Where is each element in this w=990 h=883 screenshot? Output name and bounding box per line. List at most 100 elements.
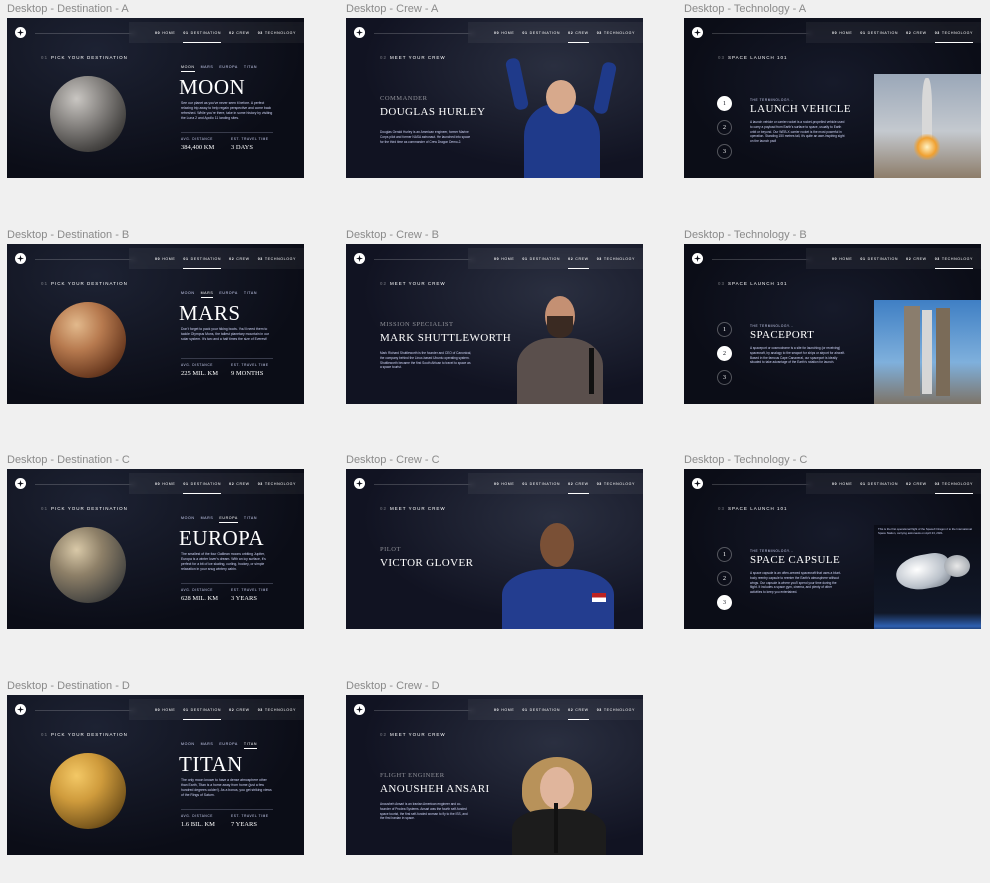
- step-1-button[interactable]: 1: [717, 322, 732, 337]
- nav-destination[interactable]: 01 DESTINATION: [183, 482, 221, 494]
- logo-icon[interactable]: [692, 27, 703, 38]
- tab-titan[interactable]: TITAN: [244, 291, 257, 295]
- nav-home[interactable]: 00 HOME: [155, 31, 175, 35]
- step-1-button[interactable]: 1: [717, 96, 732, 111]
- tab-mars[interactable]: MARS: [201, 742, 214, 746]
- nav-home[interactable]: 00 HOME: [494, 31, 514, 35]
- step-3-button[interactable]: 3: [717, 144, 732, 159]
- frame-crew-flight-engineer[interactable]: 00 HOME 01 DESTINATION 02 CREW 03 TECHNOLOGY…: [346, 695, 643, 855]
- travel-stat: EST. TRAVEL TIME 3 DAYS: [231, 137, 269, 151]
- nav-home[interactable]: 00 HOME: [494, 257, 514, 261]
- nav-crew[interactable]: 02 CREW: [906, 257, 927, 261]
- logo-icon[interactable]: [354, 704, 365, 715]
- destination-description: The smallest of the four Galilean moons …: [181, 552, 266, 571]
- frame-crew-commander[interactable]: 00 HOME 01 DESTINATION 02 CREW 03 TECHNOLOGY…: [346, 18, 643, 178]
- step-3-button[interactable]: 3: [717, 370, 732, 385]
- page-heading: 01 PICK YOUR DESTINATION: [41, 281, 128, 286]
- step-1-button[interactable]: 1: [717, 547, 732, 562]
- nav-crew[interactable]: 02 CREW: [229, 482, 250, 486]
- logo-icon[interactable]: [15, 27, 26, 38]
- frame-destination-moon[interactable]: 00 HOME 01 DESTINATION 02 CREW 03 TECHNOLOGY…: [7, 18, 304, 178]
- destination-tabs: MOON MARS EUROPA TITAN: [181, 65, 257, 72]
- crew-name: DOUGLAS HURLEY: [380, 106, 486, 118]
- step-2-button[interactable]: 2: [717, 571, 732, 586]
- frame-destination-europa[interactable]: 00 HOME 01 DESTINATION 02 CREW 03 TECHNOLOGY…: [7, 469, 304, 629]
- logo-icon[interactable]: [15, 253, 26, 264]
- frame-label-crew-c: Desktop - Crew - C: [346, 454, 440, 466]
- distance-stat: AVG. DISTANCE 628 MIL. KM: [181, 588, 219, 602]
- frame-label-tech-a: Desktop - Technology - A: [684, 3, 807, 15]
- nav-destination[interactable]: 01 DESTINATION: [183, 31, 221, 43]
- tab-mars[interactable]: MARS: [201, 65, 214, 69]
- nav-destination[interactable]: 01 DESTINATION: [522, 708, 560, 712]
- nav-destination[interactable]: 01 DESTINATION: [860, 31, 898, 35]
- nav-destination[interactable]: 01 DESTINATION: [522, 31, 560, 35]
- nav-home[interactable]: 00 HOME: [832, 31, 852, 35]
- tab-titan[interactable]: TITAN: [244, 516, 257, 520]
- nav-crew[interactable]: 02 CREW: [568, 482, 589, 494]
- nav-home[interactable]: 00 HOME: [155, 482, 175, 486]
- nav-technology[interactable]: 03 TECHNOLOGY: [597, 31, 635, 35]
- nav-crew[interactable]: 02 CREW: [229, 708, 250, 712]
- frame-technology-spaceport[interactable]: 00 HOME 01 DESTINATION 02 CREW 03 TECHNOLOGY…: [684, 244, 981, 404]
- frame-crew-pilot[interactable]: 00 HOME 01 DESTINATION 02 CREW 03 TECHNOLOGY…: [346, 469, 643, 629]
- nav-technology[interactable]: 03 TECHNOLOGY: [258, 708, 296, 712]
- nav-crew[interactable]: 02 CREW: [229, 257, 250, 261]
- nav-technology[interactable]: 03 TECHNOLOGY: [934, 257, 974, 269]
- nav-technology[interactable]: 03 TECHNOLOGY: [597, 708, 635, 712]
- logo-icon[interactable]: [354, 478, 365, 489]
- frame-crew-mission-specialist[interactable]: 00 HOME 01 DESTINATION 02 CREW 03 TECHNOLOGY…: [346, 244, 643, 404]
- frame-technology-launch-vehicle[interactable]: 00 HOME 01 DESTINATION 02 CREW 03 TECHNOLOGY…: [684, 18, 981, 178]
- frame-destination-mars[interactable]: 00 HOME 01 DESTINATION 02 CREW 03 TECHNOLOGY…: [7, 244, 304, 404]
- nav-destination[interactable]: 01 DESTINATION: [522, 482, 560, 486]
- tab-moon[interactable]: MOON: [181, 291, 195, 295]
- nav-technology[interactable]: 03 TECHNOLOGY: [934, 31, 974, 43]
- nav-technology[interactable]: 03 TECHNOLOGY: [258, 257, 296, 261]
- nav-technology[interactable]: 03 TECHNOLOGY: [258, 31, 296, 35]
- nav-destination[interactable]: 01 DESTINATION: [860, 257, 898, 261]
- nav-crew[interactable]: 02 CREW: [568, 31, 589, 43]
- step-2-button[interactable]: 2: [717, 120, 732, 135]
- step-3-button[interactable]: 3: [717, 595, 732, 610]
- logo-icon[interactable]: [692, 478, 703, 489]
- tab-mars[interactable]: MARS: [200, 291, 214, 298]
- tab-moon[interactable]: MOON: [181, 65, 195, 72]
- tab-moon[interactable]: MOON: [181, 742, 195, 746]
- nav-crew[interactable]: 02 CREW: [229, 31, 250, 35]
- tab-europa[interactable]: EUROPA: [219, 516, 238, 523]
- tab-titan[interactable]: TITAN: [244, 65, 257, 69]
- nav-destination[interactable]: 01 DESTINATION: [522, 257, 560, 261]
- nav-technology[interactable]: 03 TECHNOLOGY: [934, 482, 974, 494]
- step-2-button[interactable]: 2: [717, 346, 732, 361]
- logo-icon[interactable]: [15, 478, 26, 489]
- nav-home[interactable]: 00 HOME: [155, 257, 175, 261]
- nav-destination[interactable]: 01 DESTINATION: [183, 257, 221, 269]
- nav-home[interactable]: 00 HOME: [494, 482, 514, 486]
- nav-crew[interactable]: 02 CREW: [906, 31, 927, 35]
- nav-home[interactable]: 00 HOME: [832, 482, 852, 486]
- nav-technology[interactable]: 03 TECHNOLOGY: [597, 482, 635, 486]
- logo-icon[interactable]: [354, 253, 365, 264]
- tab-europa[interactable]: EUROPA: [219, 291, 238, 295]
- logo-icon[interactable]: [692, 253, 703, 264]
- tab-europa[interactable]: EUROPA: [219, 65, 238, 69]
- tab-titan[interactable]: TITAN: [243, 742, 258, 749]
- nav-crew[interactable]: 02 CREW: [568, 257, 589, 269]
- frame-technology-space-capsule[interactable]: 00 HOME 01 DESTINATION 02 CREW 03 TECHNOLOGY…: [684, 469, 981, 629]
- nav-crew[interactable]: 02 CREW: [906, 482, 927, 486]
- nav-crew[interactable]: 02 CREW: [568, 708, 589, 720]
- nav-home[interactable]: 00 HOME: [155, 708, 175, 712]
- tab-europa[interactable]: EUROPA: [219, 742, 238, 746]
- nav-technology[interactable]: 03 TECHNOLOGY: [597, 257, 635, 261]
- logo-icon[interactable]: [354, 27, 365, 38]
- nav-destination[interactable]: 01 DESTINATION: [183, 708, 221, 720]
- nav-home[interactable]: 00 HOME: [494, 708, 514, 712]
- nav-destination[interactable]: 01 DESTINATION: [860, 482, 898, 486]
- travel-stat: EST. TRAVEL TIME 9 MONTHS: [231, 363, 269, 377]
- tab-mars[interactable]: MARS: [201, 516, 214, 520]
- tab-moon[interactable]: MOON: [181, 516, 195, 520]
- nav-home[interactable]: 00 HOME: [832, 257, 852, 261]
- frame-destination-titan[interactable]: 00 HOME 01 DESTINATION 02 CREW 03 TECHNOLOGY…: [7, 695, 304, 855]
- logo-icon[interactable]: [15, 704, 26, 715]
- nav-technology[interactable]: 03 TECHNOLOGY: [258, 482, 296, 486]
